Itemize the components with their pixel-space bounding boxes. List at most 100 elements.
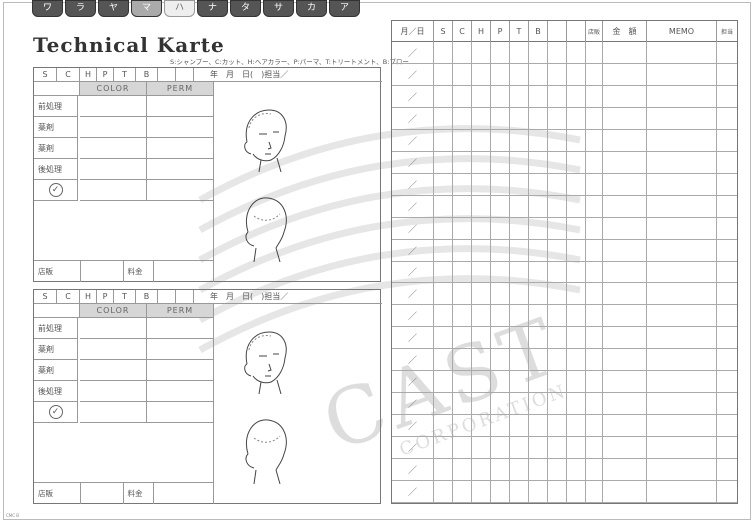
table-cell[interactable]: [472, 415, 491, 437]
fee-value[interactable]: [153, 261, 213, 282]
table-cell[interactable]: [529, 283, 548, 305]
table-cell[interactable]: [586, 437, 603, 459]
table-cell[interactable]: [717, 349, 737, 370]
fee-value[interactable]: [153, 483, 213, 504]
table-cell[interactable]: [472, 459, 491, 481]
table-cell[interactable]: [586, 305, 603, 327]
table-cell[interactable]: [717, 152, 737, 173]
table-cell[interactable]: [510, 437, 529, 459]
table-cell[interactable]: [586, 107, 603, 129]
table-cell[interactable]: [567, 437, 586, 459]
table-cell[interactable]: [647, 459, 717, 481]
table-cell[interactable]: [434, 217, 453, 239]
date-cell[interactable]: ／: [392, 459, 434, 481]
color-check-cell[interactable]: [80, 402, 147, 423]
table-cell[interactable]: [647, 481, 717, 502]
table-cell[interactable]: [586, 129, 603, 151]
col-blank[interactable]: [158, 68, 176, 82]
table-cell[interactable]: [434, 85, 453, 107]
table-cell[interactable]: [472, 239, 491, 261]
date-cell[interactable]: ／: [392, 481, 434, 502]
index-tab[interactable]: マ: [131, 0, 162, 17]
table-cell[interactable]: [603, 85, 647, 107]
table-cell[interactable]: [567, 63, 586, 85]
table-cell[interactable]: [647, 217, 717, 239]
table-cell[interactable]: [491, 239, 510, 261]
date-cell[interactable]: ／: [392, 107, 434, 129]
table-cell[interactable]: [529, 415, 548, 437]
table-cell[interactable]: [567, 371, 586, 393]
table-cell[interactable]: [510, 327, 529, 349]
table-cell[interactable]: [453, 261, 472, 283]
table-cell[interactable]: [567, 173, 586, 195]
table-cell[interactable]: [603, 371, 647, 393]
index-tab[interactable]: ラ: [65, 0, 96, 17]
table-cell[interactable]: [567, 283, 586, 305]
date-cell[interactable]: ／: [392, 195, 434, 217]
table-cell[interactable]: [548, 239, 567, 261]
table-cell[interactable]: [603, 393, 647, 415]
table-cell[interactable]: [567, 107, 586, 129]
table-cell[interactable]: [717, 174, 737, 195]
date-cell[interactable]: ／: [392, 393, 434, 415]
table-cell[interactable]: [717, 196, 737, 217]
table-cell[interactable]: [548, 415, 567, 437]
table-cell[interactable]: [453, 173, 472, 195]
table-cell[interactable]: [717, 481, 737, 502]
table-cell[interactable]: [647, 371, 717, 393]
date-cell[interactable]: ／: [392, 85, 434, 107]
table-cell[interactable]: [717, 108, 737, 129]
table-cell[interactable]: [472, 481, 491, 502]
table-cell[interactable]: [548, 63, 567, 85]
table-cell[interactable]: [434, 173, 453, 195]
table-cell[interactable]: [603, 217, 647, 239]
table-cell[interactable]: [603, 459, 647, 481]
table-cell[interactable]: [529, 63, 548, 85]
table-cell[interactable]: [510, 151, 529, 173]
table-cell[interactable]: [717, 305, 737, 326]
table-cell[interactable]: [510, 459, 529, 481]
table-cell[interactable]: [586, 42, 603, 63]
table-cell[interactable]: [647, 42, 717, 63]
table-cell[interactable]: [717, 42, 737, 63]
date-cell[interactable]: ／: [392, 42, 434, 63]
table-cell[interactable]: [603, 107, 647, 129]
table-cell[interactable]: [647, 63, 717, 85]
table-cell[interactable]: [567, 42, 586, 63]
table-cell[interactable]: [453, 393, 472, 415]
table-cell[interactable]: [453, 42, 472, 63]
perm-chemical-cell[interactable]: [147, 360, 214, 381]
color-aftertreatment-cell[interactable]: [80, 159, 147, 180]
table-cell[interactable]: [529, 151, 548, 173]
perm-pretreatment-cell[interactable]: [147, 96, 214, 117]
table-cell[interactable]: [548, 459, 567, 481]
perm-check-cell[interactable]: [147, 402, 214, 423]
table-cell[interactable]: [434, 261, 453, 283]
table-cell[interactable]: [491, 393, 510, 415]
table-cell[interactable]: [434, 371, 453, 393]
table-cell[interactable]: [453, 437, 472, 459]
col-blank[interactable]: [158, 290, 176, 304]
table-cell[interactable]: [434, 107, 453, 129]
table-cell[interactable]: [472, 261, 491, 283]
table-cell[interactable]: [491, 437, 510, 459]
table-cell[interactable]: [491, 195, 510, 217]
table-cell[interactable]: [567, 415, 586, 437]
table-cell[interactable]: [529, 261, 548, 283]
table-cell[interactable]: [548, 481, 567, 502]
table-cell[interactable]: [529, 481, 548, 502]
index-tab[interactable]: ヤ: [98, 0, 129, 17]
table-cell[interactable]: [586, 63, 603, 85]
table-cell[interactable]: [453, 459, 472, 481]
table-cell[interactable]: [491, 173, 510, 195]
table-cell[interactable]: [453, 481, 472, 502]
table-cell[interactable]: [567, 85, 586, 107]
table-cell[interactable]: [603, 415, 647, 437]
table-cell[interactable]: [434, 393, 453, 415]
table-cell[interactable]: [647, 305, 717, 327]
table-cell[interactable]: [491, 129, 510, 151]
table-cell[interactable]: [567, 239, 586, 261]
table-cell[interactable]: [491, 217, 510, 239]
table-cell[interactable]: [647, 393, 717, 415]
table-cell[interactable]: [548, 327, 567, 349]
